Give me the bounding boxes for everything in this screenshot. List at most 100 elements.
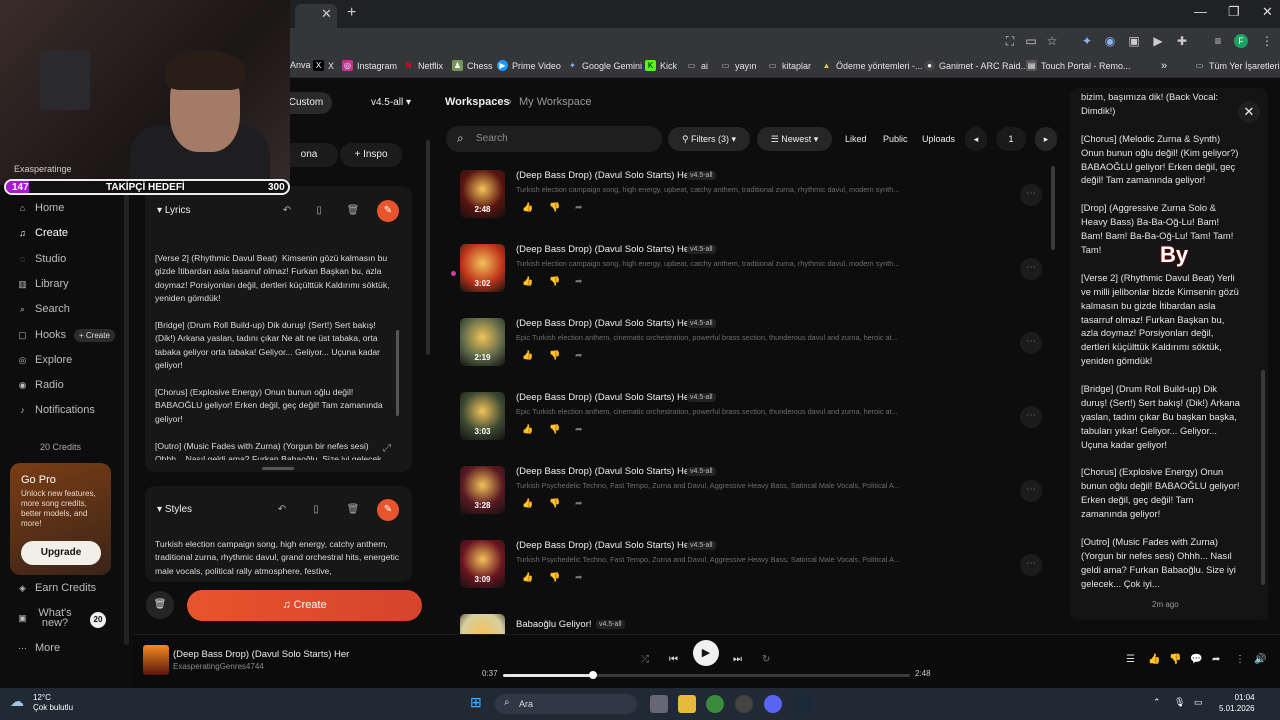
song-cover[interactable]: 3:02 — [460, 244, 505, 292]
song-row[interactable]: 3:09 (Deep Bass Drop) (Davul Solo Starts)… — [460, 540, 1050, 602]
song-cover[interactable]: 3:09 — [460, 540, 505, 588]
song-cover[interactable]: 2:48 — [460, 170, 505, 218]
expand-icon[interactable]: ⤢ — [383, 443, 391, 454]
next-page-button[interactable]: ▸ — [1035, 127, 1057, 151]
undo-icon[interactable]: ↶ — [276, 200, 298, 222]
nav-notifications[interactable]: ♪ Notifications — [18, 404, 95, 416]
minimize-icon[interactable]: — — [1194, 4, 1207, 19]
song-row[interactable]: 2:48 (Deep Bass Drop) (Davul Solo Starts)… — [460, 170, 1050, 232]
puzzle-icon[interactable]: ✚ — [1175, 34, 1189, 48]
dislike-icon[interactable]: 👎 — [1169, 654, 1181, 665]
bookmark-item[interactable]: N Netflix — [403, 60, 443, 71]
now-playing-artist[interactable]: ExasperatingGenres4744 — [173, 662, 264, 671]
styles-textarea[interactable]: Turkish election campaign song, high ene… — [155, 538, 400, 578]
share-icon[interactable]: ➦ — [575, 350, 583, 361]
song-more-button[interactable]: ⋯ — [1020, 406, 1042, 428]
model-select[interactable]: v4.5-all ▾ — [362, 92, 420, 114]
liked-filter[interactable]: Liked — [845, 127, 867, 151]
song-row[interactable]: 3:03 (Deep Bass Drop) (Davul Solo Starts)… — [460, 392, 1050, 454]
app-icon[interactable] — [735, 695, 753, 713]
song-row[interactable]: 2:19 (Deep Bass Drop) (Davul Solo Starts)… — [460, 318, 1050, 380]
close-window-icon[interactable]: ✕ — [1262, 4, 1273, 20]
bookmark-item[interactable]: XX — [313, 60, 334, 71]
undo-icon[interactable]: ↶ — [271, 499, 293, 521]
repeat-icon[interactable]: ↻ — [762, 654, 770, 665]
song-cover[interactable]: 3:03 — [460, 392, 505, 440]
nav-search[interactable]: ⌕ Search — [18, 303, 70, 315]
taskbar-search[interactable]: Ara — [495, 694, 637, 714]
bookmarks-overflow-button[interactable]: » — [1161, 60, 1167, 72]
dislike-icon[interactable]: 👎 — [549, 572, 560, 583]
bookmark-item[interactable]: ● Ganimet - ARC Raid... — [924, 60, 1028, 71]
song-search-input[interactable]: Search — [446, 126, 662, 152]
nav-create[interactable]: ♫ Create — [18, 227, 68, 239]
like-icon[interactable]: 👍 — [522, 350, 533, 361]
filters-button[interactable]: ⚲ Filters (3) ▾ — [668, 127, 750, 151]
share-icon[interactable]: ➦ — [575, 276, 583, 287]
nav-radio[interactable]: ◉ Radio — [18, 379, 64, 391]
share-icon[interactable]: ➦ — [575, 424, 583, 435]
share-icon[interactable]: ➦ — [575, 202, 583, 213]
lyrics-header[interactable]: ▾ Lyrics — [157, 205, 191, 216]
song-title[interactable]: (Deep Bass Drop) (Davul Solo Starts) Her — [516, 318, 692, 329]
nav-more[interactable]: ⋯ More — [18, 642, 60, 654]
trash-icon[interactable]: 🗑 — [342, 200, 364, 222]
now-playing-title[interactable]: (Deep Bass Drop) (Davul Solo Starts) Her — [173, 649, 349, 660]
all-bookmarks-folder[interactable]: ▭ Tüm Yer İşaretleri — [1194, 60, 1280, 71]
song-more-button[interactable]: ⋯ — [1020, 480, 1042, 502]
song-title[interactable]: (Deep Bass Drop) (Davul Solo Starts) Her — [516, 466, 692, 477]
share-icon[interactable]: ➦ — [575, 572, 583, 583]
progress-knob[interactable] — [588, 671, 597, 679]
share-icon[interactable]: ➦ — [575, 498, 583, 509]
song-list-scrollbar[interactable] — [1051, 166, 1055, 250]
bookmark-item[interactable]: ▶ Prime Video — [497, 60, 561, 71]
tray-overflow-icon[interactable]: ⌃ — [1153, 697, 1161, 708]
bookmark-folder[interactable]: ▭ ai — [686, 60, 708, 71]
detail-scrollbar[interactable] — [1261, 370, 1265, 585]
nav-explore[interactable]: ◎ Explore — [18, 354, 73, 366]
breadcrumb-workspaces[interactable]: Workspaces — [445, 96, 510, 108]
close-icon[interactable]: ✕ — [1238, 101, 1260, 123]
song-title[interactable]: Babaoğlu Geliyor! — [516, 619, 592, 630]
like-icon[interactable]: 👍 — [522, 202, 533, 213]
network-icon[interactable]: ▭ — [1194, 697, 1203, 708]
close-tab-icon[interactable]: ✕ — [321, 6, 332, 22]
comment-icon[interactable]: 💬 — [1190, 654, 1202, 665]
bookmark-item[interactable]: ▤ Touch Portal - Remo... — [1026, 60, 1131, 71]
song-more-button[interactable]: ⋯ — [1020, 258, 1042, 280]
maximize-icon[interactable]: ❐ — [1228, 4, 1240, 20]
upgrade-button[interactable]: Upgrade — [21, 541, 101, 565]
hooks-create-pill[interactable]: + Create — [74, 329, 115, 342]
song-more-button[interactable]: ⋯ — [1020, 184, 1042, 206]
song-title[interactable]: (Deep Bass Drop) (Davul Solo Starts) Her — [516, 170, 692, 181]
nav-home[interactable]: ⌂ Home — [18, 202, 65, 214]
file-explorer-icon[interactable] — [678, 695, 696, 713]
audio-extension-icon[interactable]: ◉ — [1103, 34, 1117, 48]
bookmark-icon[interactable]: ▯ — [308, 200, 330, 222]
like-icon[interactable]: 👍 — [522, 276, 533, 287]
create-scrollbar[interactable] — [426, 140, 430, 355]
translate-icon[interactable]: ⛶ — [1003, 34, 1017, 48]
bookmark-item[interactable]: ◎ Instagram — [342, 60, 397, 71]
lyrics-scrollbar[interactable] — [396, 330, 399, 416]
lyrics-textarea[interactable]: [Verse 2] (Rhythmic Davul Beat) Kimsenin… — [155, 252, 395, 460]
bookmark-item[interactable]: Anva — [290, 60, 311, 70]
inspo-button[interactable]: + Inspo — [340, 143, 402, 167]
public-filter[interactable]: Public — [883, 127, 908, 151]
dislike-icon[interactable]: 👎 — [549, 202, 560, 213]
weather-widget[interactable]: 12°C Çok bulutlu — [33, 693, 73, 713]
magic-wand-icon[interactable]: ✎ — [377, 499, 399, 521]
more-options-icon[interactable]: ⋮ — [1235, 654, 1245, 665]
song-row[interactable]: 3:28 (Deep Bass Drop) (Davul Solo Starts)… — [460, 466, 1050, 528]
nav-whats-new[interactable]: ▣ What's new? — [18, 608, 88, 629]
page-number[interactable]: 1 — [996, 127, 1026, 151]
dislike-icon[interactable]: 👎 — [549, 424, 560, 435]
like-icon[interactable]: 👍 — [522, 572, 533, 583]
nav-studio[interactable]: ◌ Studio — [18, 253, 66, 265]
microphone-icon[interactable]: 🎙 — [1174, 697, 1185, 708]
song-title[interactable]: (Deep Bass Drop) (Davul Solo Starts) Her — [516, 540, 692, 551]
task-view-icon[interactable] — [650, 695, 668, 713]
start-icon[interactable]: ⊞ — [470, 694, 482, 711]
nav-library[interactable]: ▥ Library — [18, 278, 68, 290]
system-clock[interactable]: 01:04 5.01.2026 — [1219, 692, 1255, 714]
